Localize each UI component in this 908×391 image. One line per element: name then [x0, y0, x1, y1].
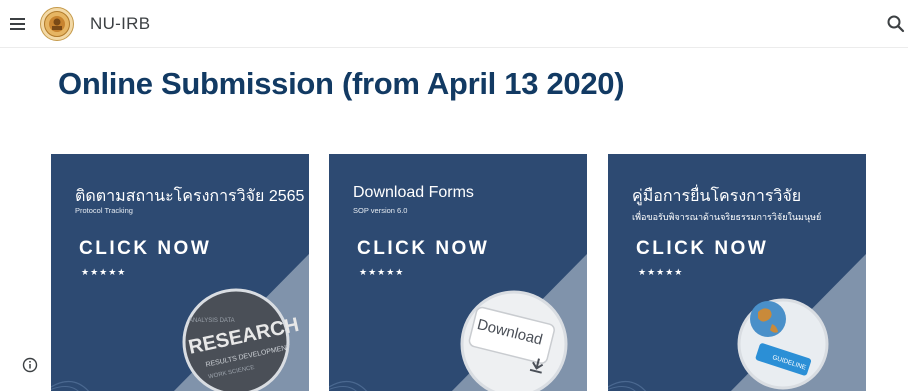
svg-text:ANALYSIS DATA: ANALYSIS DATA [189, 318, 235, 324]
top-bar: NU-IRB [0, 0, 908, 48]
card-subtitle: SOP version 6.0 [353, 206, 408, 215]
card-title: Download Forms [353, 184, 474, 201]
university-seal-logo[interactable] [40, 7, 74, 41]
hamburger-menu-icon[interactable] [8, 14, 28, 34]
card-download-forms[interactable]: Download Download Forms SOP version 6.0 … [329, 154, 587, 391]
page-title: Online Submission (from April 13 2020) [58, 66, 625, 101]
card-subtitle: Protocol Tracking [75, 206, 133, 215]
click-now-label[interactable]: CLICK NOW [636, 238, 768, 260]
info-icon[interactable] [22, 357, 38, 373]
card-subtitle: เพื่อขอรับพิจารณาด้านจริยธรรมการวิจัยในม… [632, 212, 822, 222]
star-rating: ★★★★★ [638, 267, 684, 277]
card-submission-guideline[interactable]: GUIDELINE คู่มือการยื่นโครงการวิจัย เพื่… [608, 154, 866, 391]
card-title: คู่มือการยื่นโครงการวิจัย [632, 188, 802, 205]
click-now-label[interactable]: CLICK NOW [79, 238, 211, 260]
site-title[interactable]: NU-IRB [90, 14, 150, 34]
click-now-label[interactable]: CLICK NOW [357, 238, 489, 260]
card-protocol-tracking[interactable]: ANALYSIS DATA RESEARCH RESULTS DEVELOPME… [51, 154, 309, 391]
star-rating: ★★★★★ [359, 267, 405, 277]
star-rating: ★★★★★ [81, 267, 127, 277]
search-icon[interactable] [886, 14, 906, 34]
